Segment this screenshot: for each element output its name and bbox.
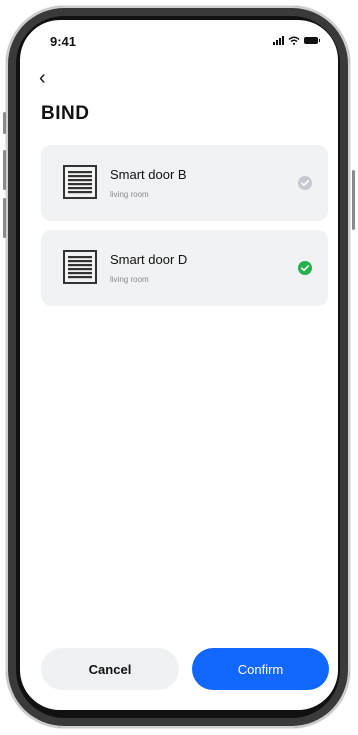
- device-room: living room: [110, 275, 149, 284]
- device-room: living room: [110, 190, 149, 199]
- volume-down-button: [3, 198, 6, 238]
- page-title: BIND: [41, 103, 90, 124]
- device-card-smart-door-d[interactable]: Smart door D living room: [41, 230, 328, 306]
- device-name: Smart door B: [110, 167, 187, 182]
- power-button: [352, 170, 355, 230]
- back-button[interactable]: ‹: [39, 68, 46, 88]
- screen: 9:41 ‹ BIND Smart door B living room Sma…: [20, 20, 338, 710]
- door-icon: [63, 165, 97, 199]
- device-name: Smart door D: [110, 252, 188, 267]
- device-card-smart-door-b[interactable]: Smart door B living room: [41, 145, 328, 221]
- cancel-button[interactable]: Cancel: [41, 648, 179, 690]
- door-icon: [63, 250, 97, 284]
- status-bar: 9:41: [20, 20, 338, 60]
- signal-icon: [273, 36, 284, 45]
- wifi-icon: [288, 36, 300, 45]
- status-time: 9:41: [50, 34, 77, 49]
- status-icons: [273, 36, 320, 45]
- mute-switch: [3, 112, 6, 134]
- check-icon-selected[interactable]: [298, 261, 312, 275]
- volume-up-button: [3, 150, 6, 190]
- confirm-button[interactable]: Confirm: [192, 648, 329, 690]
- battery-icon: [304, 37, 320, 44]
- check-icon-unselected[interactable]: [298, 176, 312, 190]
